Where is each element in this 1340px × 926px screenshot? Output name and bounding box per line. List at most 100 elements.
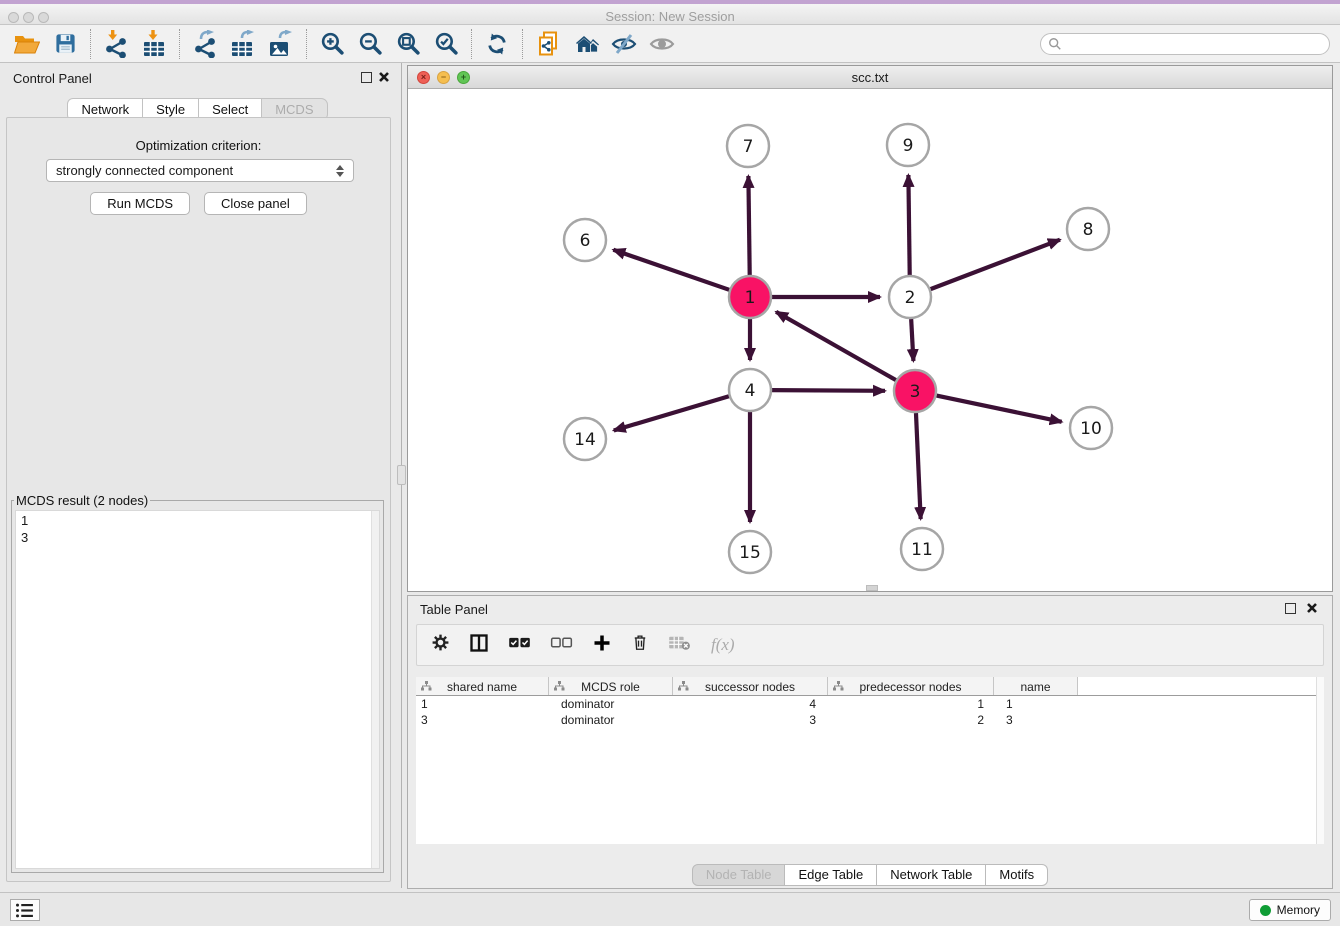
search-input[interactable]	[1062, 35, 1329, 53]
clone-network-icon[interactable]	[529, 28, 567, 60]
table-row[interactable]: 1dominator411	[416, 696, 1316, 712]
table-panel-title: Table Panel	[420, 602, 488, 617]
table-panel-close-icon[interactable]	[1306, 602, 1318, 614]
column-label: predecessor nodes	[828, 680, 993, 694]
list-icon	[15, 902, 35, 919]
column-header-mcds-role[interactable]: MCDS role	[549, 677, 673, 695]
mcds-result-line: 3	[21, 529, 379, 546]
control-panel-header: Control Panel	[0, 63, 395, 93]
cell-name: 3	[994, 712, 1078, 728]
function-builder-icon[interactable]: f(x)	[711, 635, 735, 655]
hide-glasses-icon[interactable]	[605, 28, 643, 60]
column-visibility-icon[interactable]	[469, 633, 489, 658]
control-panel: Control Panel NetworkStyleSelectMCDS Opt…	[0, 63, 395, 888]
control-panel-title: Control Panel	[13, 71, 92, 86]
zoom-out-icon[interactable]	[351, 28, 389, 60]
column-header-name[interactable]: name	[994, 677, 1078, 695]
optimization-criterion-label: Optimization criterion:	[7, 138, 390, 153]
graph-edge-2-8[interactable]	[931, 240, 1060, 289]
close-panel-button[interactable]: Close panel	[204, 192, 307, 215]
graph-node-label-2: 2	[905, 288, 916, 308]
tab-network-table[interactable]: Network Table	[877, 864, 986, 886]
delete-table-icon[interactable]	[668, 634, 692, 657]
graph-edge-3-10[interactable]	[937, 396, 1062, 422]
status-bar: Memory	[0, 892, 1340, 926]
export-network-icon[interactable]	[186, 28, 224, 60]
column-header-shared-name[interactable]: shared name	[416, 677, 549, 695]
graph-edge-3-1[interactable]	[776, 312, 896, 380]
table-header: shared nameMCDS rolesuccessor nodesprede…	[416, 677, 1316, 696]
column-label: MCDS role	[549, 680, 672, 694]
cell-shared-name: 1	[416, 696, 549, 712]
table-settings-icon[interactable]	[431, 633, 450, 657]
tab-edge-table[interactable]: Edge Table	[785, 864, 877, 886]
memory-button[interactable]: Memory	[1249, 899, 1331, 921]
graph-node-label-10: 10	[1080, 419, 1102, 439]
search-box[interactable]	[1040, 33, 1330, 55]
horizontal-splitter-handle[interactable]	[866, 585, 878, 591]
refresh-view-icon[interactable]	[478, 28, 516, 60]
toolbar-separator	[90, 29, 91, 59]
table-body: 1dominator4113dominator323	[416, 696, 1316, 728]
cell-mcds-role: dominator	[549, 696, 673, 712]
graph-edge-1-6[interactable]	[613, 250, 729, 290]
mcds-result-group: MCDS result (2 nodes) 13	[11, 493, 384, 873]
graph-edge-2-9[interactable]	[908, 175, 909, 275]
import-network-icon[interactable]	[97, 28, 135, 60]
save-session-icon[interactable]	[46, 28, 84, 60]
table-panel: Table Panel f(x) shared nameMCDS rolesuc…	[407, 595, 1333, 889]
network-canvas-svg: 7968124314101511	[408, 89, 1332, 591]
export-image-icon[interactable]	[262, 28, 300, 60]
network-canvas[interactable]: 7968124314101511	[408, 89, 1332, 591]
tab-node-table[interactable]: Node Table	[692, 864, 786, 886]
graph-node-label-1: 1	[745, 288, 756, 308]
column-label: shared name	[416, 680, 548, 694]
network-window-title: scc.txt	[408, 70, 1332, 85]
table-row[interactable]: 3dominator323	[416, 712, 1316, 728]
run-mcds-button[interactable]: Run MCDS	[90, 192, 190, 215]
mcds-result-scrollbar[interactable]	[371, 511, 379, 868]
app-titlebar: Session: New Session	[0, 0, 1340, 25]
node-table: shared nameMCDS rolesuccessor nodesprede…	[416, 677, 1316, 844]
show-eye-icon[interactable]	[643, 28, 681, 60]
control-panel-close-icon[interactable]	[378, 71, 390, 83]
graph-edge-1-7[interactable]	[748, 176, 749, 275]
graph-edge-3-11[interactable]	[916, 413, 921, 519]
control-panel-float-icon[interactable]	[361, 72, 372, 83]
optimization-criterion-select[interactable]: strongly connected component	[46, 159, 354, 182]
network-window-titlebar[interactable]: × − + scc.txt	[408, 66, 1332, 89]
graph-edge-2-3[interactable]	[911, 319, 913, 361]
graph-edge-4-3[interactable]	[772, 390, 885, 391]
memory-label: Memory	[1277, 903, 1320, 917]
graph-node-label-7: 7	[743, 137, 754, 157]
column-header-predecessor-nodes[interactable]: predecessor nodes	[828, 677, 994, 695]
graph-node-label-15: 15	[739, 543, 761, 563]
import-table-icon[interactable]	[135, 28, 173, 60]
column-header-successor-nodes[interactable]: successor nodes	[673, 677, 828, 695]
vertical-splitter-handle[interactable]	[397, 465, 406, 485]
mcds-result-text[interactable]: 13	[15, 510, 380, 869]
main-toolbar	[0, 25, 1340, 63]
open-file-icon[interactable]	[8, 28, 46, 60]
deselect-all-icon[interactable]	[550, 635, 573, 655]
column-label: name	[994, 680, 1077, 694]
graph-edge-4-14[interactable]	[614, 396, 729, 430]
table-panel-float-icon[interactable]	[1285, 603, 1296, 614]
task-history-button[interactable]	[10, 899, 40, 921]
zoom-fit-icon[interactable]	[389, 28, 427, 60]
table-panel-tabs: Node TableEdge TableNetwork TableMotifs	[408, 864, 1332, 886]
graph-node-label-4: 4	[745, 381, 756, 401]
zoom-selected-icon[interactable]	[427, 28, 465, 60]
home-icon[interactable]	[567, 28, 605, 60]
mcds-buttons-row: Run MCDS Close panel	[7, 192, 390, 215]
zoom-in-icon[interactable]	[313, 28, 351, 60]
add-column-icon[interactable]	[592, 633, 612, 658]
tab-motifs[interactable]: Motifs	[986, 864, 1048, 886]
select-all-icon[interactable]	[508, 635, 531, 655]
export-table-icon[interactable]	[224, 28, 262, 60]
select-stepper-icon	[331, 165, 349, 177]
column-label: successor nodes	[673, 680, 827, 694]
selected-criterion: strongly connected component	[56, 163, 331, 178]
delete-column-icon[interactable]	[631, 633, 649, 657]
table-scrollbar[interactable]	[1316, 677, 1324, 844]
